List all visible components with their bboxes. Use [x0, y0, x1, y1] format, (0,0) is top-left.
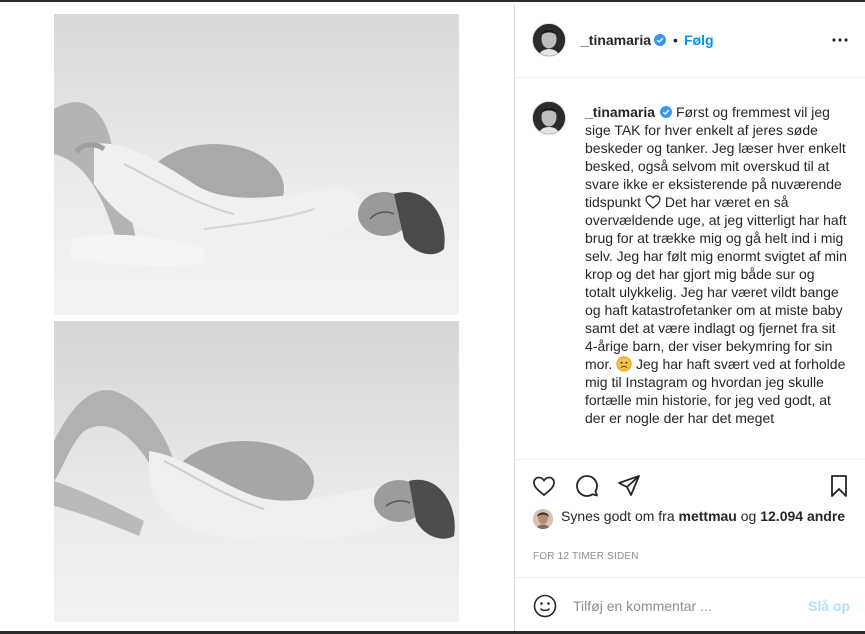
- smiley-icon[interactable]: [532, 593, 558, 619]
- comment-bar: Slå op: [515, 577, 865, 633]
- bookmark-icon[interactable]: [826, 473, 852, 499]
- caption-author-avatar[interactable]: [532, 101, 566, 135]
- caption-scroll-area[interactable]: _tinamaria Først og fremmest vil jeg sig…: [515, 79, 865, 459]
- post-photo-bottom[interactable]: [54, 321, 459, 622]
- author-username-text[interactable]: _tinamaria: [581, 32, 651, 48]
- comment-bubble-icon[interactable]: [574, 473, 600, 499]
- comment-input[interactable]: [573, 596, 793, 616]
- heart-emoji-icon: [645, 195, 661, 209]
- post-photo-top[interactable]: [54, 14, 459, 315]
- paper-plane-icon[interactable]: [616, 473, 642, 499]
- author-avatar[interactable]: [532, 23, 566, 57]
- post-caption: _tinamaria Først og fremmest vil jeg sig…: [585, 103, 847, 427]
- likes-user-link[interactable]: mettmau: [679, 508, 737, 524]
- post-comment-button[interactable]: Slå op: [808, 598, 850, 614]
- likes-prefix: Synes godt om fra: [561, 508, 675, 524]
- three-dots-icon[interactable]: [830, 30, 850, 50]
- post-header: _tinamaria • Følg: [515, 4, 865, 78]
- post-timestamp[interactable]: FOR 12 TIMER SIDEN: [533, 551, 639, 562]
- follow-button[interactable]: Følg: [684, 32, 714, 48]
- likes-count-link[interactable]: 12.094 andre: [760, 508, 845, 524]
- likes-connector: og: [740, 508, 757, 524]
- verified-badge-icon: [660, 106, 673, 118]
- post-side-panel: _tinamaria • Følg _tinamaria Først og fr…: [515, 4, 865, 633]
- caption-text-part-2: Det har været en så overvældende uge, at…: [585, 194, 847, 372]
- author-username[interactable]: _tinamaria: [581, 32, 667, 48]
- instagram-post-window: _tinamaria • Følg _tinamaria Først og fr…: [0, 0, 865, 634]
- likes-text: Synes godt om fra mettmau og 12.094 andr…: [561, 507, 851, 525]
- caption-username[interactable]: _tinamaria: [585, 104, 655, 120]
- post-media: [0, 4, 514, 633]
- heart-outline-icon[interactable]: [531, 473, 557, 499]
- liker-avatar[interactable]: [533, 509, 553, 529]
- actions-divider: [515, 459, 865, 460]
- follow-separator: •: [673, 32, 678, 48]
- sad-face-emoji-icon: [616, 356, 632, 372]
- verified-badge-icon: [654, 34, 667, 46]
